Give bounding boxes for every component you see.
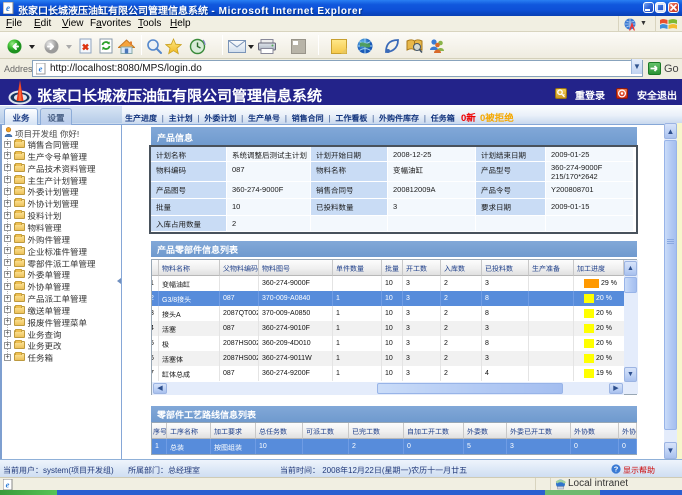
svg-text:e: e	[39, 64, 43, 74]
svg-text:e: e	[6, 480, 10, 490]
svg-text:e: e	[6, 3, 10, 13]
svg-text:?: ?	[614, 465, 619, 474]
